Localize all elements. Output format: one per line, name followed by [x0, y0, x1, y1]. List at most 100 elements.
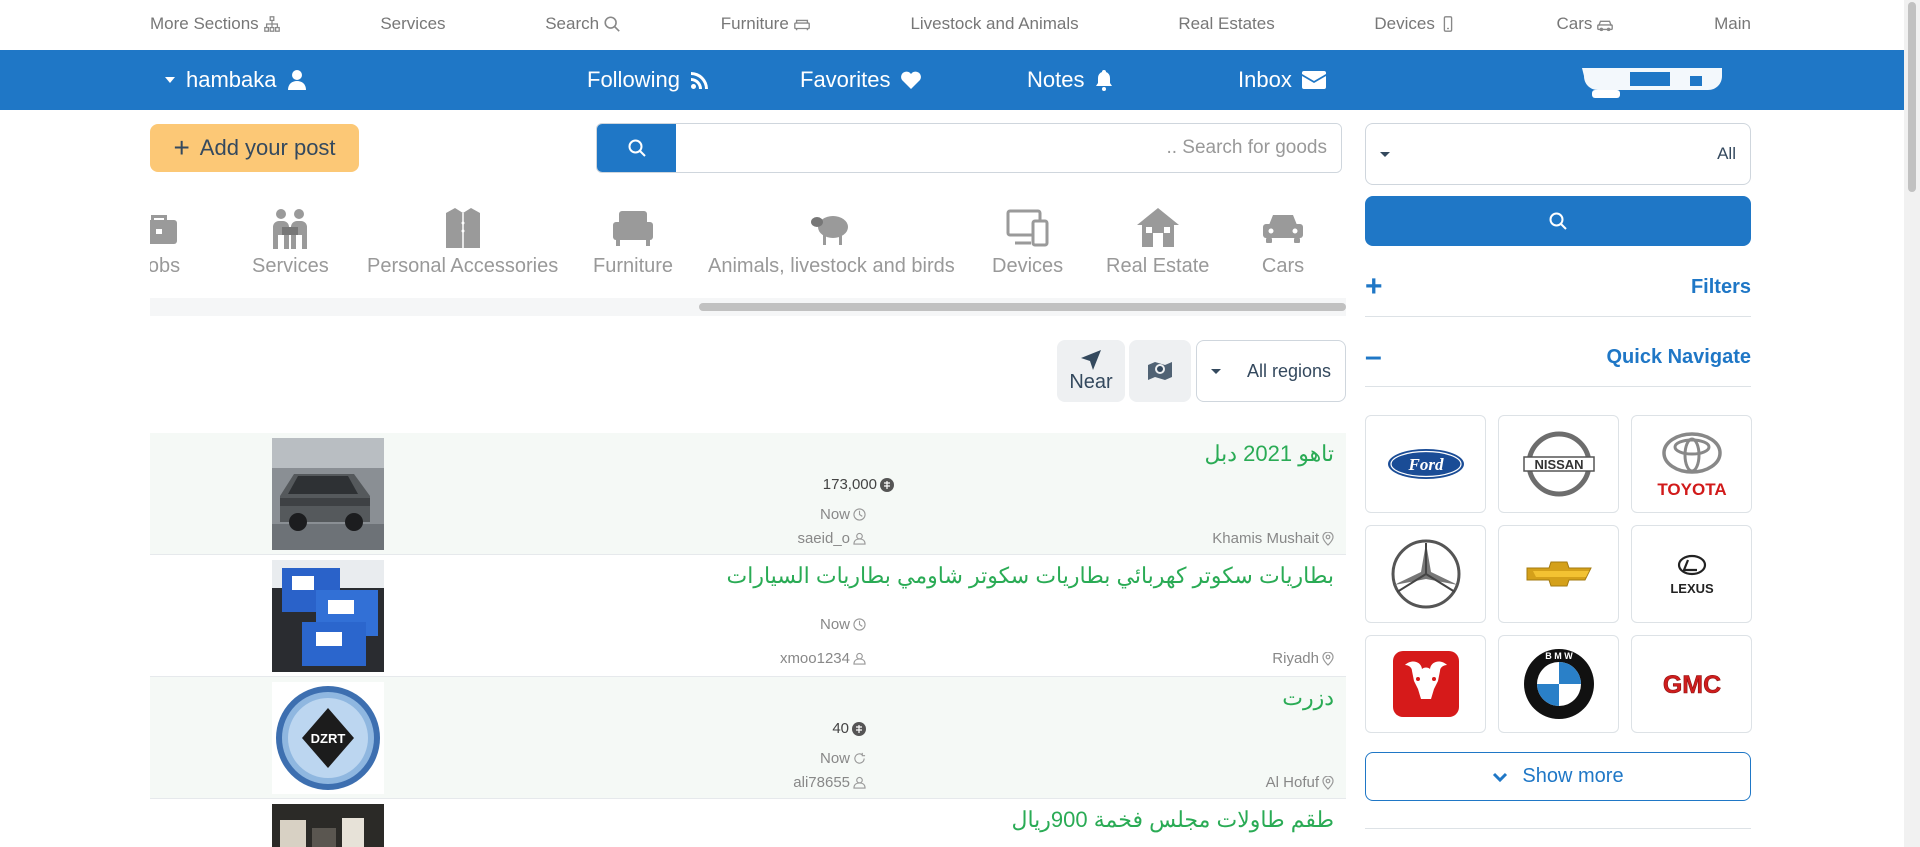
clock-icon [853, 618, 866, 631]
top-nav: More Sections Services Search Furniture … [150, 0, 1751, 48]
top-nav-label: Livestock and Animals [910, 14, 1079, 33]
post-time: Now [820, 750, 866, 767]
sidebar-search-button[interactable] [1365, 196, 1751, 246]
price-value: 40 [832, 720, 849, 737]
post-city[interactable]: Riyadh [1272, 650, 1334, 667]
show-more-button[interactable]: Show more [1365, 752, 1751, 801]
post-user[interactable]: ali78655 [793, 774, 866, 791]
brand-lexus[interactable]: LEXUS [1631, 525, 1752, 623]
bmw-logo-text: B M W [1545, 651, 1573, 661]
top-nav-livestock[interactable]: Livestock and Animals [910, 14, 1078, 34]
people-icon [273, 209, 308, 249]
brand-ford[interactable]: Ford [1365, 415, 1486, 513]
top-nav-label: Furniture [720, 14, 789, 33]
post-image-tahoe [272, 438, 384, 550]
category-select[interactable]: All [1365, 123, 1751, 185]
category-animals[interactable]: Animals, livestock and birds [708, 205, 955, 278]
following-link[interactable]: Following [587, 50, 710, 110]
map-button[interactable] [1129, 340, 1191, 402]
price-value: 173,000 [822, 476, 877, 493]
post-thumbnail[interactable]: DZRT [272, 682, 384, 794]
post-price: 173,000 [823, 476, 894, 493]
post-item[interactable]: بطاريات سكوتر كهربائي بطاريات سكوتر شاوم… [150, 555, 1346, 677]
top-nav-label: Cars [1556, 14, 1593, 33]
following-label: Following [587, 67, 680, 92]
user-icon [853, 532, 866, 545]
shirt-icon [445, 208, 480, 248]
user-menu[interactable]: hambaka [164, 50, 307, 110]
add-post-button[interactable]: + Add your post [150, 124, 359, 172]
brand-toyota[interactable]: TOYOTA [1631, 415, 1752, 513]
plus-icon: + [173, 132, 190, 163]
post-user[interactable]: saeid_o [797, 530, 866, 547]
category-label: Devices [992, 255, 1064, 277]
map-pin-icon [1322, 531, 1334, 546]
post-item[interactable]: تاهو 2021 دبل 173,000 Now saeid_o Khamis… [150, 433, 1346, 555]
post-title[interactable]: طقم طاولات مجلس فخمة 900ريال [1011, 807, 1334, 833]
post-item[interactable]: طقم طاولات مجلس فخمة 900ريال [150, 799, 1346, 847]
quick-navigate-toggle[interactable]: – Quick Navigate [1365, 328, 1751, 387]
top-nav-main[interactable]: Main [1714, 14, 1751, 34]
user-value: xmoo1234 [779, 650, 850, 667]
post-item[interactable]: DZRT دزرت 40 Now ali78655 Al Hofuf [150, 677, 1346, 799]
inbox-link[interactable]: Inbox [1238, 50, 1326, 110]
briefcase-icon [150, 215, 177, 244]
category-cars[interactable]: Cars [1260, 205, 1306, 278]
post-thumbnail[interactable] [272, 804, 384, 847]
car-icon [1263, 215, 1303, 243]
top-nav-furniture[interactable]: Furniture [721, 14, 811, 34]
filters-toggle[interactable]: + Filters [1365, 258, 1751, 317]
page-scrollbar-thumb[interactable] [1908, 2, 1916, 192]
minus-icon: – [1365, 340, 1382, 373]
brand-chevrolet[interactable] [1498, 525, 1619, 623]
category-jobs[interactable]: Jobs [150, 205, 182, 278]
map-pin-icon [1322, 651, 1334, 666]
top-nav-more-sections[interactable]: More Sections [150, 14, 281, 34]
post-thumbnail[interactable] [272, 560, 384, 672]
region-select[interactable]: All regions [1196, 340, 1346, 402]
category-furniture[interactable]: Furniture [593, 205, 673, 278]
search-icon [604, 16, 620, 32]
category-real-estate[interactable]: Real Estate [1106, 205, 1209, 278]
city-value: Khamis Mushait [1212, 530, 1319, 547]
top-nav-label: Search [545, 14, 600, 33]
brand-nissan[interactable]: NISSAN [1498, 415, 1619, 513]
brand-dodge[interactable] [1365, 635, 1486, 733]
post-user[interactable]: xmoo1234 [780, 650, 866, 667]
search-button[interactable] [597, 124, 676, 172]
top-nav-real-estates[interactable]: Real Estates [1178, 14, 1274, 34]
post-city[interactable]: Khamis Mushait [1212, 530, 1334, 547]
post-city[interactable]: Al Hofuf [1266, 774, 1334, 791]
favorites-link[interactable]: Favorites [800, 50, 922, 110]
user-icon [853, 776, 866, 789]
top-nav-devices[interactable]: Devices [1374, 14, 1456, 34]
post-thumbnail[interactable] [272, 438, 384, 550]
post-title[interactable]: دزرت [1282, 685, 1334, 711]
category-scrollbar-thumb[interactable] [699, 303, 1346, 311]
category-label: Cars [1261, 255, 1305, 277]
haraj-logo[interactable] [1552, 56, 1752, 104]
time-value: Now [819, 750, 850, 767]
post-title[interactable]: بطاريات سكوتر كهربائي بطاريات سكوتر شاوم… [727, 563, 1334, 589]
brand-bmw[interactable]: B M W [1498, 635, 1619, 733]
clock-icon [853, 508, 866, 521]
search-input[interactable] [676, 124, 1341, 172]
category-scrollbar[interactable] [150, 298, 1346, 316]
top-nav-search[interactable]: Search [545, 14, 621, 34]
category-services[interactable]: Services [252, 205, 329, 278]
brand-gmc[interactable]: GMC [1631, 635, 1752, 733]
page-scrollbar[interactable] [1904, 0, 1920, 847]
category-label: Services [252, 255, 329, 277]
category-devices[interactable]: Devices [992, 205, 1063, 278]
top-nav-services[interactable]: Services [380, 14, 445, 34]
near-button[interactable]: Near [1057, 340, 1125, 402]
category-personal-accessories[interactable]: Personal Accessories [367, 205, 558, 278]
top-nav-cars[interactable]: Cars [1557, 14, 1615, 34]
post-title[interactable]: تاهو 2021 دبل [1204, 441, 1334, 467]
riyal-icon [880, 477, 894, 492]
notes-link[interactable]: Notes [1027, 50, 1114, 110]
header-bar: hambaka Following Favorites Notes Inbox [0, 50, 1904, 110]
favorites-label: Favorites [800, 67, 891, 92]
post-image-tables [272, 804, 384, 847]
brand-mercedes[interactable] [1365, 525, 1486, 623]
